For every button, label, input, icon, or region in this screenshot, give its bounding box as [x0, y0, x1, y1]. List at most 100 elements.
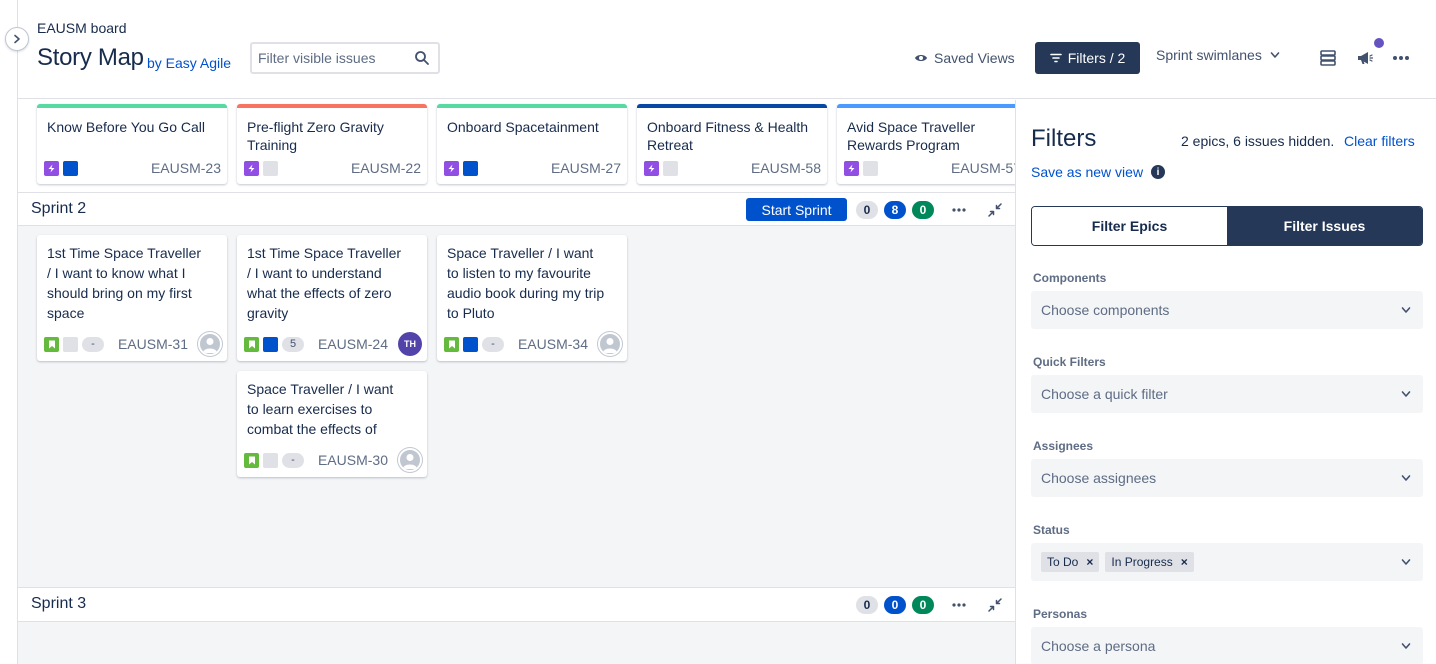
- personas-select[interactable]: Choose a persona: [1031, 627, 1423, 664]
- chevron-down-icon: [1270, 52, 1280, 58]
- epic-color-bar: [437, 104, 627, 108]
- saved-views-button[interactable]: Saved Views: [914, 47, 1015, 69]
- more-actions-button[interactable]: [1390, 47, 1412, 69]
- sprint-more-button[interactable]: [950, 596, 968, 614]
- story-type-icon: [44, 336, 59, 352]
- epic-card[interactable]: Onboard Spacetainment EAUSM-27: [437, 104, 627, 184]
- chevron-down-icon: [1401, 391, 1411, 397]
- issue-key[interactable]: EAUSM-34: [518, 336, 588, 352]
- chevron-down-icon: [1401, 559, 1411, 565]
- story-type-icon: [244, 452, 259, 468]
- chevron-down-icon: [1401, 307, 1411, 313]
- epic-footer: EAUSM-27: [444, 160, 621, 176]
- issue-footer: - EAUSM-30: [244, 448, 422, 472]
- expand-sidebar-button[interactable]: [5, 27, 29, 51]
- epic-color-bar: [37, 104, 227, 108]
- saved-views-label: Saved Views: [934, 50, 1015, 66]
- board-name[interactable]: EAUSM board: [37, 20, 126, 36]
- assignees-label: Assignees: [1033, 439, 1094, 453]
- search-icon[interactable]: [414, 50, 430, 66]
- search-input[interactable]: [252, 44, 402, 72]
- tab-filter-issues[interactable]: Filter Issues: [1227, 207, 1422, 245]
- eye-icon: [915, 55, 927, 61]
- status-indicator-icon: [63, 160, 78, 176]
- filters-button[interactable]: Filters / 2: [1035, 42, 1140, 74]
- start-sprint-button[interactable]: Start Sprint: [746, 198, 847, 221]
- remove-tag-icon[interactable]: ×: [1181, 555, 1188, 569]
- quick-filters-select[interactable]: Choose a quick filter: [1031, 375, 1423, 413]
- hidden-summary: 2 epics, 6 issues hidden.: [1181, 133, 1335, 149]
- collapse-sprint-button[interactable]: [986, 596, 1004, 614]
- epic-card[interactable]: Onboard Fitness & Health Retreat EAUSM-5…: [637, 104, 827, 184]
- components-select[interactable]: Choose components: [1031, 291, 1423, 329]
- epic-card[interactable]: Avid Space Traveller Rewards Program EAU…: [837, 104, 1015, 184]
- chevron-right-icon: [14, 34, 20, 44]
- issue-summary: 1st Time Space Traveller / I want to und…: [247, 245, 402, 321]
- announcements-button[interactable]: [1354, 47, 1376, 69]
- epic-footer: EAUSM-58: [644, 160, 821, 176]
- status-indicator-icon: [863, 160, 878, 176]
- issue-card[interactable]: Space Traveller / I want to listen to my…: [437, 235, 627, 361]
- epic-type-icon: [844, 160, 859, 176]
- epic-key[interactable]: EAUSM-58: [751, 160, 821, 176]
- vendor-link[interactable]: by Easy Agile: [147, 55, 231, 71]
- assignees-placeholder: Choose assignees: [1041, 470, 1157, 486]
- layers-icon: [1320, 50, 1336, 66]
- filters-title: Filters: [1031, 125, 1097, 152]
- issue-card[interactable]: 1st Time Space Traveller / I want to und…: [237, 235, 427, 361]
- done-count-badge: 0: [912, 596, 934, 614]
- epic-row: Know Before You Go Call EAUSM-23 Pre-fli…: [18, 100, 1015, 192]
- collapse-sprint-button[interactable]: [986, 201, 1004, 219]
- in-progress-count-badge: 0: [884, 596, 906, 614]
- sprint-title: Sprint 2: [31, 200, 87, 217]
- issue-card[interactable]: 1st Time Space Traveller / I want to kno…: [37, 235, 227, 361]
- swimlanes-dropdown[interactable]: Sprint swimlanes: [1156, 47, 1280, 63]
- unassigned-avatar-icon[interactable]: [398, 448, 422, 472]
- story-map-board: Know Before You Go Call EAUSM-23 Pre-fli…: [18, 100, 1016, 664]
- tab-filter-epics[interactable]: Filter Epics: [1032, 207, 1227, 245]
- story-points-badge: -: [282, 452, 304, 468]
- sprint-more-button[interactable]: [950, 201, 968, 219]
- filters-panel: Filters 2 epics, 6 issues hidden. Clear …: [1017, 100, 1436, 664]
- sprint-title: Sprint 3: [31, 595, 87, 612]
- chevron-down-icon: [1401, 475, 1411, 481]
- epic-key[interactable]: EAUSM-57: [951, 160, 1015, 176]
- collapse-icon: [988, 203, 1002, 217]
- info-icon[interactable]: i: [1151, 165, 1166, 179]
- more-horizontal-icon: [952, 603, 966, 607]
- epic-color-bar: [837, 104, 1015, 108]
- save-as-new-view-link[interactable]: Save as new view i: [1031, 164, 1166, 180]
- story-points-badge: 5: [282, 336, 304, 352]
- assignee-avatar[interactable]: TH: [398, 332, 422, 356]
- story-type-icon: [244, 336, 259, 352]
- assignees-select[interactable]: Choose assignees: [1031, 459, 1423, 497]
- epic-card[interactable]: Know Before You Go Call EAUSM-23: [37, 104, 227, 184]
- issue-key[interactable]: EAUSM-24: [318, 336, 388, 352]
- issue-footer: 5 EAUSM-24 TH: [244, 332, 422, 356]
- swimlanes-label: Sprint swimlanes: [1156, 47, 1262, 63]
- left-rail: [0, 0, 18, 664]
- page-title: Story Map: [37, 44, 144, 71]
- epic-type-icon: [444, 160, 459, 176]
- unassigned-avatar-icon[interactable]: [198, 332, 222, 356]
- layout-toggle-button[interactable]: [1317, 47, 1339, 69]
- issue-key[interactable]: EAUSM-30: [318, 452, 388, 468]
- save-view-label: Save as new view: [1031, 164, 1144, 180]
- components-label: Components: [1033, 271, 1107, 285]
- epic-key[interactable]: EAUSM-22: [351, 160, 421, 176]
- epic-key[interactable]: EAUSM-27: [551, 160, 621, 176]
- remove-tag-icon[interactable]: ×: [1086, 555, 1093, 569]
- clear-filters-link[interactable]: Clear filters: [1344, 133, 1415, 149]
- status-select[interactable]: To Do × In Progress ×: [1031, 543, 1423, 581]
- more-horizontal-icon: [1393, 56, 1409, 60]
- status-tag: To Do ×: [1041, 552, 1100, 572]
- todo-count-badge: 0: [856, 596, 878, 614]
- issue-card[interactable]: Space Traveller / I want to learn exerci…: [237, 371, 427, 477]
- unassigned-avatar-icon[interactable]: [598, 332, 622, 356]
- issue-key[interactable]: EAUSM-31: [118, 336, 188, 352]
- status-indicator-icon: [463, 160, 478, 176]
- epic-card[interactable]: Pre-flight Zero Gravity Training EAUSM-2…: [237, 104, 427, 184]
- issue-summary: Space Traveller / I want to listen to my…: [447, 245, 605, 321]
- epic-key[interactable]: EAUSM-23: [151, 160, 221, 176]
- in-progress-count-badge: 8: [884, 201, 906, 219]
